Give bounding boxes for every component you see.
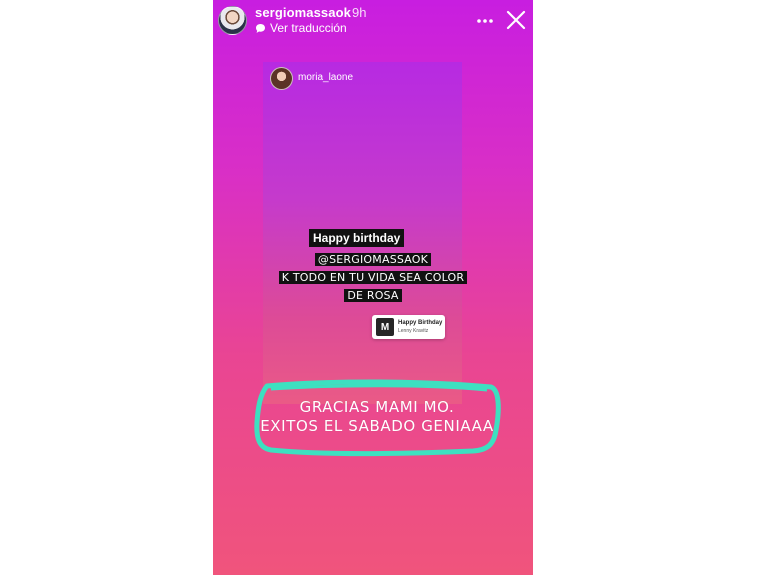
story-username[interactable]: sergiomassaok xyxy=(255,5,351,20)
music-sticker[interactable]: M Happy Birthday Lenny Kravitz xyxy=(372,315,445,339)
more-dots-icon[interactable] xyxy=(475,11,495,31)
album-art-icon: M xyxy=(376,318,394,336)
reply-message: GRACIAS MAMI MO. EXITOS EL SABADO GENIAA… xyxy=(253,398,501,436)
message-line: EXITOS EL SABADO GENIAAA xyxy=(260,417,494,435)
close-icon[interactable] xyxy=(505,9,527,31)
story-time: 9h xyxy=(352,5,367,20)
story-header: sergiomassaok 9h Ver traducción xyxy=(213,0,533,40)
happy-birthday-sticker: Happy birthday xyxy=(309,229,405,247)
repost-avatar[interactable] xyxy=(270,67,293,90)
music-title: Happy Birthday xyxy=(398,320,443,326)
translate-label: Ver traducción xyxy=(270,21,347,35)
repost-username[interactable]: moria_laone xyxy=(298,72,353,83)
speech-bubble-icon xyxy=(256,23,265,33)
repost-caption: @SERGIOMASSAOK K TODO EN TU VIDA SEA COL… xyxy=(213,250,533,304)
caption-line: @SERGIOMASSAOK xyxy=(314,253,432,266)
caption-line: DE ROSA xyxy=(344,289,402,302)
caption-line: K TODO EN TU VIDA SEA COLOR xyxy=(278,271,468,284)
story-view[interactable]: sergiomassaok 9h Ver traducción moria_la… xyxy=(213,0,533,575)
profile-avatar[interactable] xyxy=(218,6,247,35)
translate-link[interactable]: Ver traducción xyxy=(255,21,347,35)
message-line: GRACIAS MAMI MO. xyxy=(299,398,455,416)
music-artist: Lenny Kravitz xyxy=(398,328,429,334)
